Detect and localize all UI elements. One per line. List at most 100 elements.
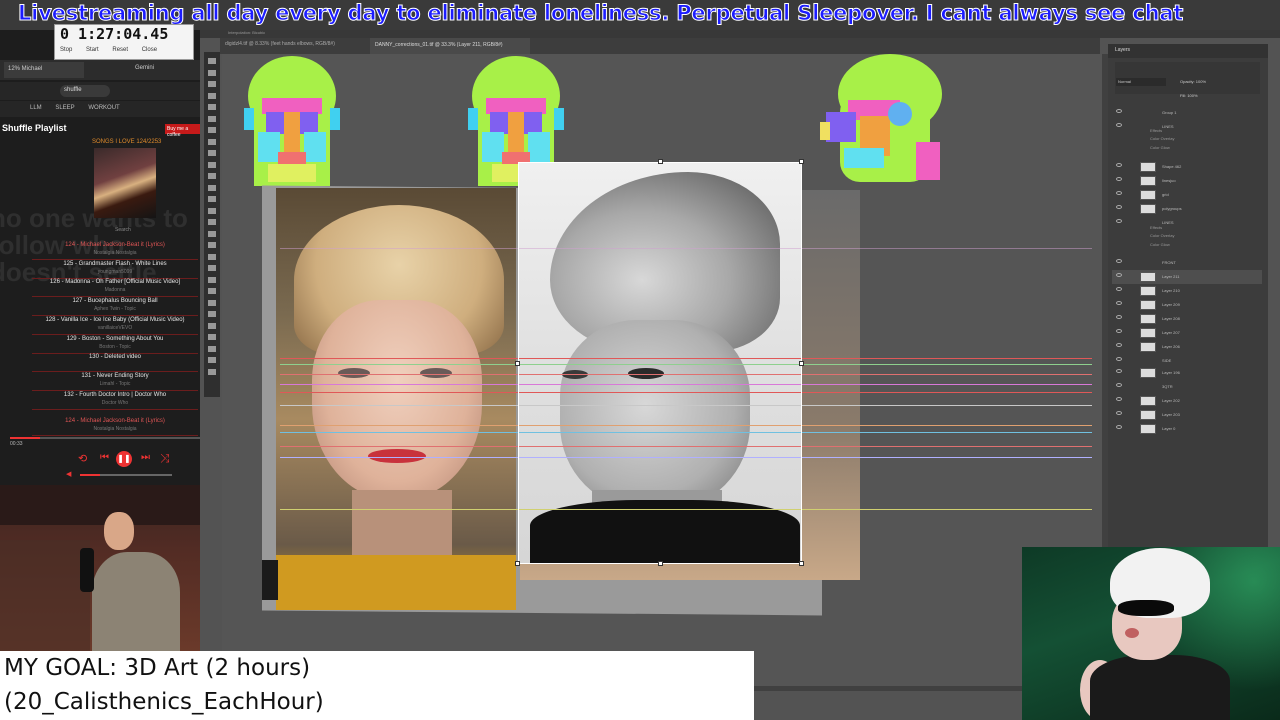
transform-handle[interactable] [515,361,520,366]
stop-button[interactable]: Stop [60,47,72,53]
tool-icon[interactable] [208,345,216,352]
tool-icon[interactable] [208,288,216,294]
tool-icon[interactable] [208,81,216,87]
visibility-eye-icon[interactable] [1116,191,1122,195]
playlist-track[interactable]: 125 - Grandmaster Flash - White Lines you… [32,260,198,279]
reset-button[interactable]: Reset [112,47,128,53]
layer-row[interactable]: Layer 211 [1112,270,1262,284]
visibility-eye-icon[interactable] [1116,205,1122,209]
close-button[interactable]: Close [142,47,157,53]
layer-effect-label[interactable]: Effects [1150,225,1162,230]
tool-icon[interactable] [208,299,216,306]
layer-row[interactable]: Layer 196 [1112,366,1262,380]
buy-me-coffee-button[interactable]: Buy me a coffee [165,124,200,138]
layer-row[interactable]: LINES [1112,216,1262,230]
opacity-field[interactable]: Opacity: 100% [1180,79,1206,84]
layer-row[interactable]: Layer 0 [1112,422,1262,436]
visibility-eye-icon[interactable] [1116,177,1122,181]
tool-icon[interactable] [208,184,216,191]
visibility-eye-icon[interactable] [1116,301,1122,305]
fill-field[interactable]: Fill: 100% [1180,93,1198,98]
tool-icon[interactable] [208,242,216,248]
playlist-track[interactable]: 126 - Madonna - Oh Father [Official Musi… [32,278,198,298]
visibility-eye-icon[interactable] [1116,425,1122,429]
tool-icon[interactable] [208,173,216,179]
document-tab-1[interactable]: digidzl4.tif @ 8.33% (feet hands elbows,… [225,41,335,47]
transform-handle[interactable] [799,361,804,366]
tool-icon[interactable] [208,230,216,237]
playlist-track[interactable]: 130 - Deleted video [32,353,198,373]
bookmark-sleep[interactable]: SLEEP [55,105,74,111]
tool-icon[interactable] [208,322,216,329]
tool-icon[interactable] [208,334,216,340]
layer-effect-label[interactable]: Effects [1150,128,1162,133]
visibility-eye-icon[interactable] [1116,397,1122,401]
tool-icon[interactable] [208,150,216,156]
layer-row[interactable]: FRONT [1112,256,1262,270]
playlist-track[interactable]: 127 - Bucephalus Bouncing Ball Aphex Twin… [32,297,198,317]
playlist-track[interactable]: 124 - Michael Jackson-Beat it (Lyrics) No… [32,241,198,260]
layer-row[interactable]: Shape 462 [1112,160,1262,174]
layer-row[interactable]: linesjuo [1112,174,1262,188]
layer-row[interactable]: Layer 206 [1112,340,1262,354]
transform-handle[interactable] [515,561,520,566]
tool-icon[interactable] [208,138,216,145]
bookmark-llm[interactable]: LLM [30,105,42,111]
gemini-tab[interactable]: Gemini [135,65,154,71]
visibility-eye-icon[interactable] [1116,163,1122,167]
layer-row[interactable]: grid [1112,188,1262,202]
tool-icon[interactable] [208,161,216,168]
tool-icon[interactable] [208,104,216,110]
blend-mode-select[interactable]: Normal [1116,78,1166,86]
visibility-eye-icon[interactable] [1116,109,1122,113]
start-button[interactable]: Start [86,47,99,53]
tool-icon[interactable] [208,207,216,214]
skip-forward-icon[interactable]: ⏭ [141,452,150,463]
search-label[interactable]: Search [115,227,131,233]
layer-row[interactable]: Layer 207 [1112,326,1262,340]
shuffle-icon[interactable]: ⤨ [160,451,170,466]
skip-back-icon[interactable]: ⏮ [100,452,109,463]
playlist-track[interactable]: 129 - Boston - Something About You Boston… [32,335,198,354]
visibility-eye-icon[interactable] [1116,287,1122,291]
bookmark-workout[interactable]: WORKOUT [88,105,119,111]
layer-row[interactable]: Layer 202 [1112,394,1262,408]
tool-icon[interactable] [208,276,216,283]
visibility-eye-icon[interactable] [1116,369,1122,373]
visibility-eye-icon[interactable] [1116,259,1122,263]
transform-handle[interactable] [658,561,663,566]
visibility-eye-icon[interactable] [1116,315,1122,319]
visibility-eye-icon[interactable] [1116,123,1122,127]
volume-icon[interactable]: ◀ [66,470,71,478]
transform-handle[interactable] [799,561,804,566]
tool-icon[interactable] [208,357,216,363]
tool-icon[interactable] [208,196,216,202]
layer-effect-label[interactable]: Color Glow [1150,242,1170,247]
layers-tab[interactable]: Layers [1115,47,1130,53]
tool-icon[interactable] [208,92,216,99]
previous-track-icon[interactable]: ⟲ [78,452,87,465]
visibility-eye-icon[interactable] [1116,357,1122,361]
visibility-eye-icon[interactable] [1116,343,1122,347]
layer-row[interactable]: polygroups [1112,202,1262,216]
layer-effect-label[interactable]: Color Overlay [1150,136,1174,141]
tool-icon[interactable] [208,265,216,271]
transform-handle[interactable] [799,159,804,164]
tool-icon[interactable] [208,69,216,76]
layer-effect-label[interactable]: Color Overlay [1150,233,1174,238]
url-field[interactable]: shuffle [60,85,110,97]
tool-icon[interactable] [208,219,216,225]
playlist-track[interactable]: 124 - Michael Jackson-Beat it (Lyrics) No… [32,417,198,436]
layer-row[interactable]: Layer 208 [1112,312,1262,326]
layer-row[interactable]: LINES [1112,120,1262,134]
visibility-eye-icon[interactable] [1116,329,1122,333]
transform-bounding-box[interactable] [518,162,802,564]
tool-icon[interactable] [208,253,216,260]
browser-tab[interactable]: 12% Michael [4,62,84,78]
tool-icon[interactable] [208,368,216,375]
tool-icon[interactable] [208,127,216,133]
transform-handle[interactable] [658,159,663,164]
layer-row[interactable]: Layer 210 [1112,284,1262,298]
layer-row[interactable]: Layer 203 [1112,408,1262,422]
layer-row[interactable]: Layer 209 [1112,298,1262,312]
